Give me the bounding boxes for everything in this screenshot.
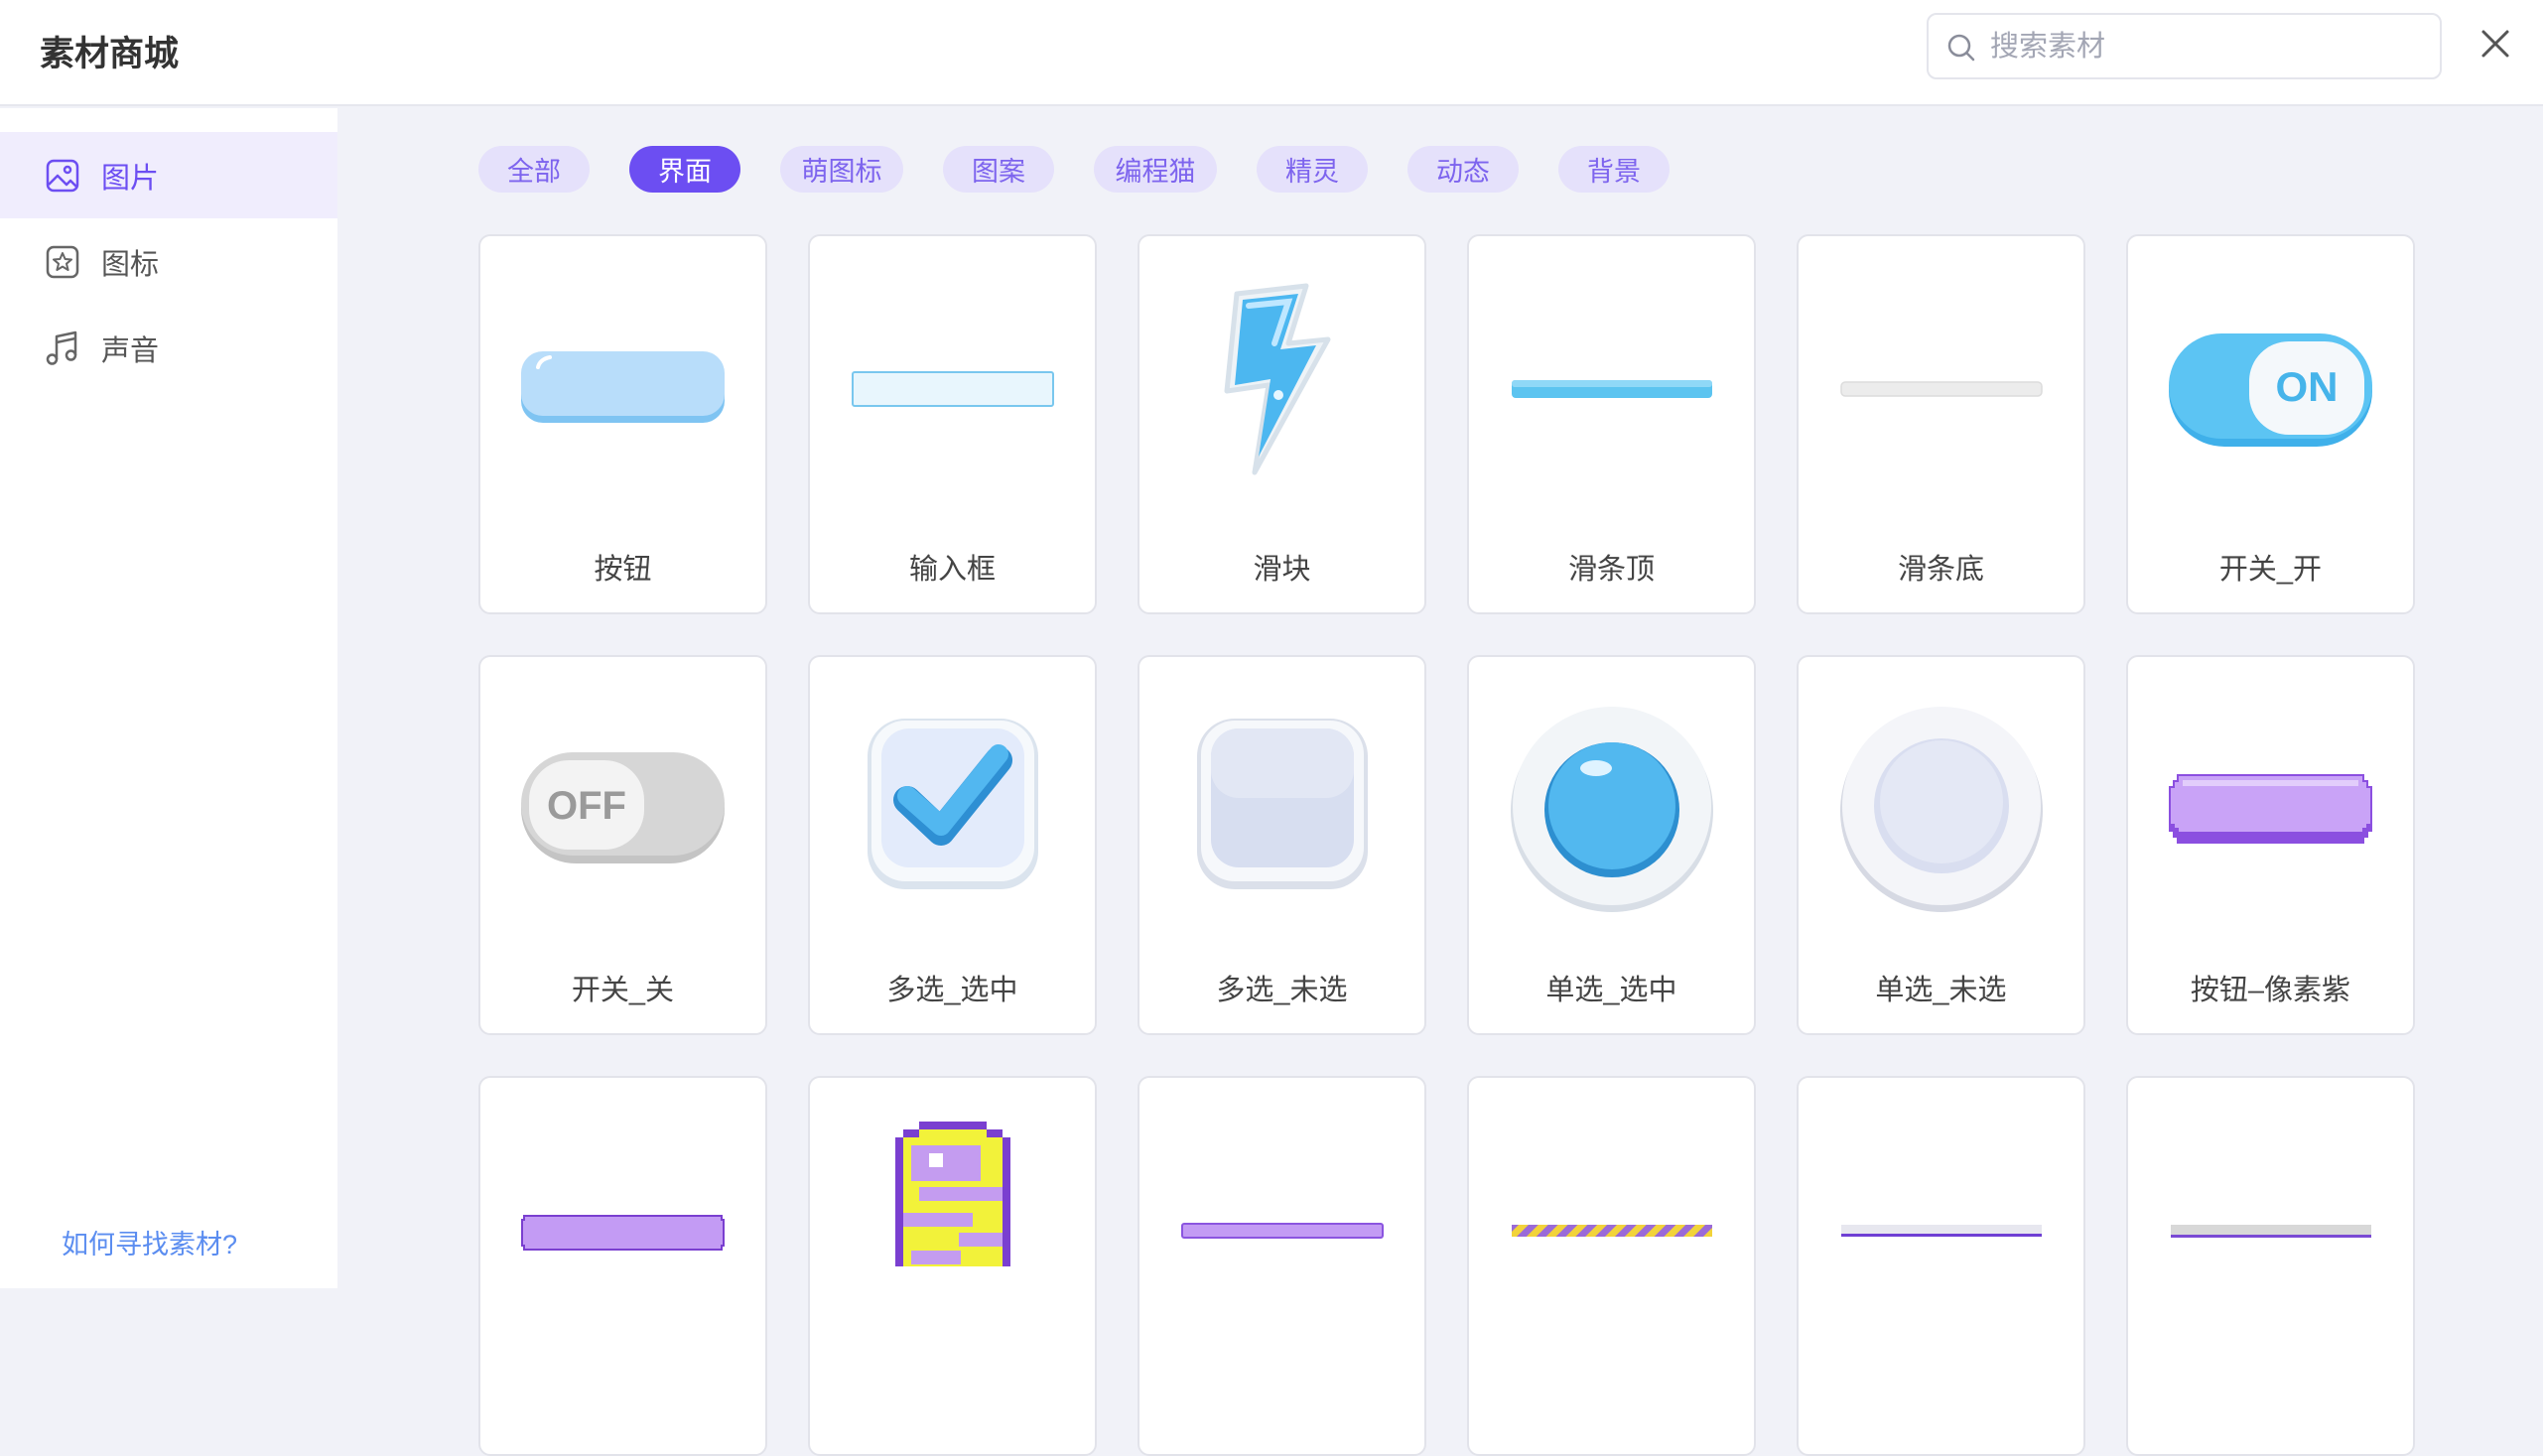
close-icon[interactable]: [2476, 24, 2515, 64]
page-title: 素材商城: [40, 35, 180, 73]
asset-label: 多选_未选: [1216, 975, 1348, 1006]
asset-card-radio-checked[interactable]: 单选_选中: [1467, 655, 1756, 1035]
asset-label: 滑条顶: [1567, 554, 1655, 586]
search-box[interactable]: [1927, 13, 2442, 79]
asset-label: 开关_关: [571, 975, 675, 1006]
slider-top-thumbnail: [1512, 380, 1712, 398]
tab-ui[interactable]: 界面: [629, 146, 740, 193]
asset-card-purple-slider[interactable]: [1138, 1076, 1426, 1456]
checkbox-checked-thumbnail: [868, 719, 1038, 889]
tab-sprites[interactable]: 精灵: [1257, 146, 1368, 193]
asset-card-checkbox-checked[interactable]: 多选_选中: [808, 655, 1097, 1035]
tab-backgrounds[interactable]: 背景: [1558, 146, 1670, 193]
asset-label: 输入框: [908, 554, 996, 586]
star-icon: [44, 243, 81, 281]
thin-purple-slider-thumbnail: [1841, 1225, 2042, 1237]
asset-card-pixel-lollipop[interactable]: [808, 1076, 1097, 1456]
sidebar-item-label: 图标: [101, 248, 160, 281]
image-icon: [44, 157, 81, 195]
tab-animated[interactable]: 动态: [1407, 146, 1519, 193]
svg-text:OFF: OFF: [547, 784, 626, 828]
asset-card-switch-off[interactable]: OFF 开关_关: [478, 655, 767, 1035]
asset-card-button[interactable]: 按钮: [478, 234, 767, 614]
music-icon: [44, 330, 81, 367]
input-box-thumbnail: [852, 371, 1054, 407]
asset-card-pixel-purple-button[interactable]: 按钮–像素紫: [2126, 655, 2415, 1035]
help-link[interactable]: 如何寻找素材?: [62, 1223, 237, 1261]
checkbox-unchecked-thumbnail: [1197, 719, 1368, 889]
tab-patterns[interactable]: 图案: [943, 146, 1054, 193]
tab-all[interactable]: 全部: [478, 146, 590, 193]
asset-label: 滑条底: [1897, 554, 1984, 586]
switch-off-thumbnail: OFF: [521, 752, 725, 863]
sidebar-item-images[interactable]: 图片: [0, 132, 337, 218]
search-icon: [1947, 34, 1975, 62]
sidebar-item-label: 声音: [101, 334, 160, 367]
purple-slider-thumbnail: [1181, 1223, 1384, 1239]
pixel-purple-bar-thumbnail: [521, 1215, 725, 1251]
asset-card-input[interactable]: 输入框: [808, 234, 1097, 614]
asset-card-slider-bottom[interactable]: 滑条底: [1797, 234, 2085, 614]
radio-checked-thumbnail: [1511, 707, 1713, 912]
tab-cute-icons[interactable]: 萌图标: [780, 146, 903, 193]
asset-card-thin-purple-slider[interactable]: [1797, 1076, 2085, 1456]
asset-card-striped-slider[interactable]: [1467, 1076, 1756, 1456]
tab-codemao[interactable]: 编程猫: [1094, 146, 1217, 193]
sidebar-item-label: 图片: [101, 162, 160, 195]
lightning-slider-thumbnail: [1224, 283, 1331, 475]
sidebar-item-sounds[interactable]: 声音: [0, 305, 337, 391]
header: 素材商城: [0, 0, 2543, 106]
asset-card-switch-on[interactable]: ON 开关_开: [2126, 234, 2415, 614]
asset-label: 多选_选中: [886, 975, 1018, 1006]
pixel-lollipop-thumbnail: [895, 1122, 1010, 1266]
sidebar: 图片 图标 声音 如何寻找素材?: [0, 108, 337, 1288]
asset-label: 按钮: [594, 554, 652, 586]
svg-text:ON: ON: [2276, 363, 2339, 410]
asset-label: 单选_未选: [1875, 975, 2007, 1006]
asset-label: 按钮–像素紫: [2190, 975, 2351, 1006]
asset-label: 滑块: [1253, 554, 1311, 586]
pixel-purple-button-thumbnail: [2169, 774, 2372, 844]
search-input[interactable]: [1990, 23, 2427, 70]
asset-card-checkbox-unchecked[interactable]: 多选_未选: [1138, 655, 1426, 1035]
radio-unchecked-thumbnail: [1840, 707, 2043, 912]
sidebar-item-icons[interactable]: 图标: [0, 218, 337, 305]
gray-slider-thumbnail: [2171, 1225, 2371, 1238]
asset-card-slider-top[interactable]: 滑条顶: [1467, 234, 1756, 614]
asset-label: 单选_选中: [1545, 975, 1677, 1006]
asset-card-radio-unchecked[interactable]: 单选_未选: [1797, 655, 2085, 1035]
asset-card-slider-knob[interactable]: 滑块: [1138, 234, 1426, 614]
asset-card-pixel-purple-bar[interactable]: [478, 1076, 767, 1456]
striped-slider-thumbnail: [1512, 1225, 1712, 1237]
slider-bottom-thumbnail: [1840, 381, 2043, 397]
button-thumbnail: [521, 351, 725, 423]
switch-on-thumbnail: ON: [2169, 333, 2372, 447]
asset-card-gray-slider[interactable]: [2126, 1076, 2415, 1456]
asset-label: 开关_开: [2218, 554, 2323, 586]
